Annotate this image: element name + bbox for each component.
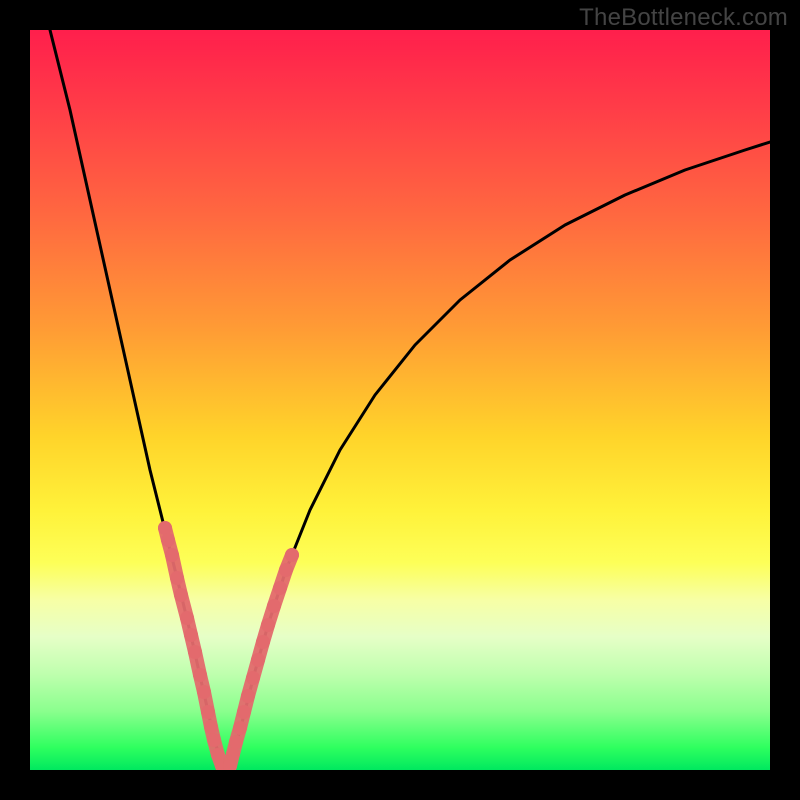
chart-frame: TheBottleneck.com [0,0,800,800]
data-dot [279,563,293,577]
data-dot [180,611,194,625]
data-dot [161,533,175,547]
plot-area [30,30,770,770]
data-dot [188,645,202,659]
data-dot [204,720,218,734]
data-dot [251,653,265,667]
data-dot [170,571,184,585]
data-dot [184,628,198,642]
data-dot [158,521,172,535]
data-dot [273,581,287,595]
data-dot [207,733,221,747]
data-dot [197,685,211,699]
data-dot [285,548,299,562]
data-dot [256,635,270,649]
data-dot [233,721,247,735]
data-dot [229,735,243,749]
data-dot [267,599,281,613]
data-dot [241,689,255,703]
data-dot [174,588,188,602]
data-dot [261,618,275,632]
curve-right-branch [230,142,770,766]
data-dot [165,548,179,562]
watermark-text: TheBottleneck.com [579,4,788,32]
data-dot [226,747,240,761]
data-dot [237,705,251,719]
data-dot [246,671,260,685]
data-dot [193,668,207,682]
curve-layer [30,30,770,770]
data-dot [201,705,215,719]
